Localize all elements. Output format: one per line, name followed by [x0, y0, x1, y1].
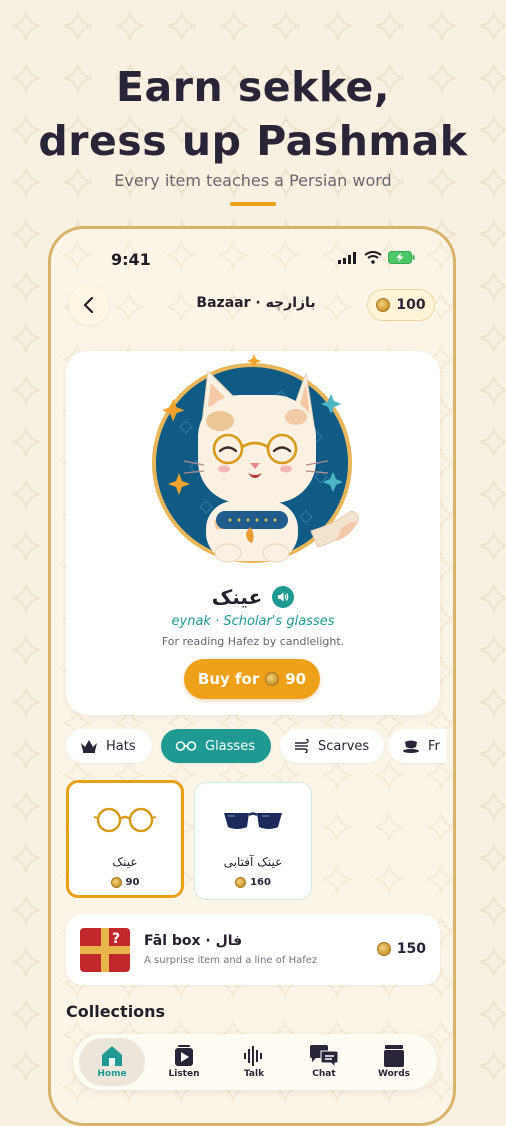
back-button[interactable]	[69, 285, 109, 325]
item-card-glasses[interactable]: عینک 90	[66, 780, 184, 898]
coin-icon	[376, 298, 391, 312]
play-icon	[175, 1045, 193, 1066]
fal-box-price-value: 150	[396, 941, 426, 957]
nav-listen[interactable]: Listen	[151, 1038, 217, 1086]
status-bar: 9:41	[51, 229, 453, 289]
featured-item-transliteration: eynak · Scholar's glasses	[171, 614, 335, 629]
coin-icon	[235, 877, 247, 888]
coin-balance-value: 100	[396, 297, 426, 313]
teacup-icon	[403, 740, 419, 753]
coin-balance[interactable]: 100	[367, 289, 435, 321]
featured-item-name-row: عینک	[66, 585, 440, 609]
gift-box-icon: ?	[80, 928, 130, 972]
hero-title-line2: dress up Pashmak	[38, 117, 468, 165]
speaker-icon	[278, 592, 289, 602]
tab-fr[interactable]: Fr	[388, 729, 446, 763]
item-name: عینک	[112, 855, 138, 869]
round-glasses-icon	[94, 807, 156, 833]
sunglasses-icon	[224, 812, 282, 829]
pashmak-cat-illustration	[152, 354, 359, 563]
bottom-nav: Home Listen Talk Chat Words	[73, 1034, 437, 1090]
buy-button-label: Buy for	[197, 670, 260, 688]
page-title: Bazaar · بازارچه	[196, 295, 316, 311]
tab-glasses-label: Glasses	[205, 738, 255, 754]
tab-fr-label: Fr	[428, 738, 440, 754]
nav-home-label: Home	[97, 1069, 127, 1079]
signal-icon	[338, 251, 356, 264]
nav-home[interactable]: Home	[79, 1038, 145, 1086]
tab-scarves[interactable]: Scarves	[280, 729, 384, 763]
item-price-value: 160	[250, 877, 271, 888]
fal-box-title: Fāl box · فال	[144, 933, 243, 949]
status-icons	[338, 251, 415, 264]
category-tabs: Hats Glasses Scarves Fr	[66, 729, 446, 765]
battery-charging-icon	[388, 251, 415, 264]
nav-talk-label: Talk	[243, 1069, 265, 1079]
glasses-icon	[175, 741, 197, 751]
coin-icon	[376, 942, 391, 956]
fal-box-price: 150	[376, 941, 426, 957]
buy-button-price: 90	[285, 670, 307, 688]
tab-scarves-label: Scarves	[318, 738, 370, 754]
nav-talk[interactable]: Talk	[221, 1038, 287, 1086]
item-art	[195, 805, 311, 839]
play-pronunciation-button[interactable]	[272, 586, 295, 608]
tab-hats-label: Hats	[106, 738, 136, 754]
coin-icon	[110, 877, 122, 888]
item-card-sunglasses[interactable]: عینک آفتابی 160	[194, 782, 312, 900]
nav-words-label: Words	[377, 1069, 411, 1079]
hero-title: Earn sekke, dress up Pashmak	[0, 60, 506, 168]
item-price: 90	[69, 877, 181, 888]
featured-item-description: For reading Hafez by candlelight.	[161, 635, 345, 648]
tab-glasses[interactable]: Glasses	[161, 729, 271, 763]
crown-icon	[81, 740, 97, 753]
fal-box-subtitle: A surprise item and a line of Hafez	[144, 955, 318, 966]
hero-underline	[230, 202, 276, 206]
coin-icon	[265, 672, 280, 686]
header-bar: Bazaar · بازارچه 100	[51, 285, 453, 329]
status-time: 9:41	[111, 250, 151, 269]
nav-chat[interactable]: Chat	[291, 1038, 357, 1086]
nav-words[interactable]: Words	[361, 1038, 427, 1086]
item-art	[69, 805, 181, 839]
item-price: 160	[195, 877, 311, 888]
featured-item-persian: عینک	[211, 585, 263, 609]
waveform-icon	[244, 1046, 262, 1066]
hero-title-line1: Earn sekke,	[116, 63, 390, 111]
home-icon	[102, 1046, 122, 1066]
item-price-value: 90	[125, 877, 140, 888]
collections-heading: Collections	[66, 1002, 166, 1021]
buy-button[interactable]: Buy for 90	[184, 659, 320, 699]
chat-icon	[310, 1045, 339, 1067]
wifi-icon	[364, 251, 382, 264]
nav-listen-label: Listen	[168, 1069, 200, 1079]
phone-frame: 9:41 Bazaar · بازارچه 100 عینک eynak · S…	[48, 226, 456, 1126]
wind-icon	[295, 739, 309, 753]
book-stack-icon	[384, 1045, 404, 1067]
tab-hats[interactable]: Hats	[66, 729, 152, 763]
svg-text:?: ?	[112, 931, 120, 947]
featured-item-card: عینک eynak · Scholar's glasses For readi…	[66, 351, 440, 715]
fal-box-card[interactable]: ? Fāl box · فال A surprise item and a li…	[66, 915, 440, 985]
hero-subtitle: Every item teaches a Persian word	[114, 171, 392, 190]
nav-chat-label: Chat	[312, 1069, 336, 1079]
chevron-left-icon	[83, 297, 94, 313]
item-name: عینک آفتابی	[223, 855, 283, 869]
